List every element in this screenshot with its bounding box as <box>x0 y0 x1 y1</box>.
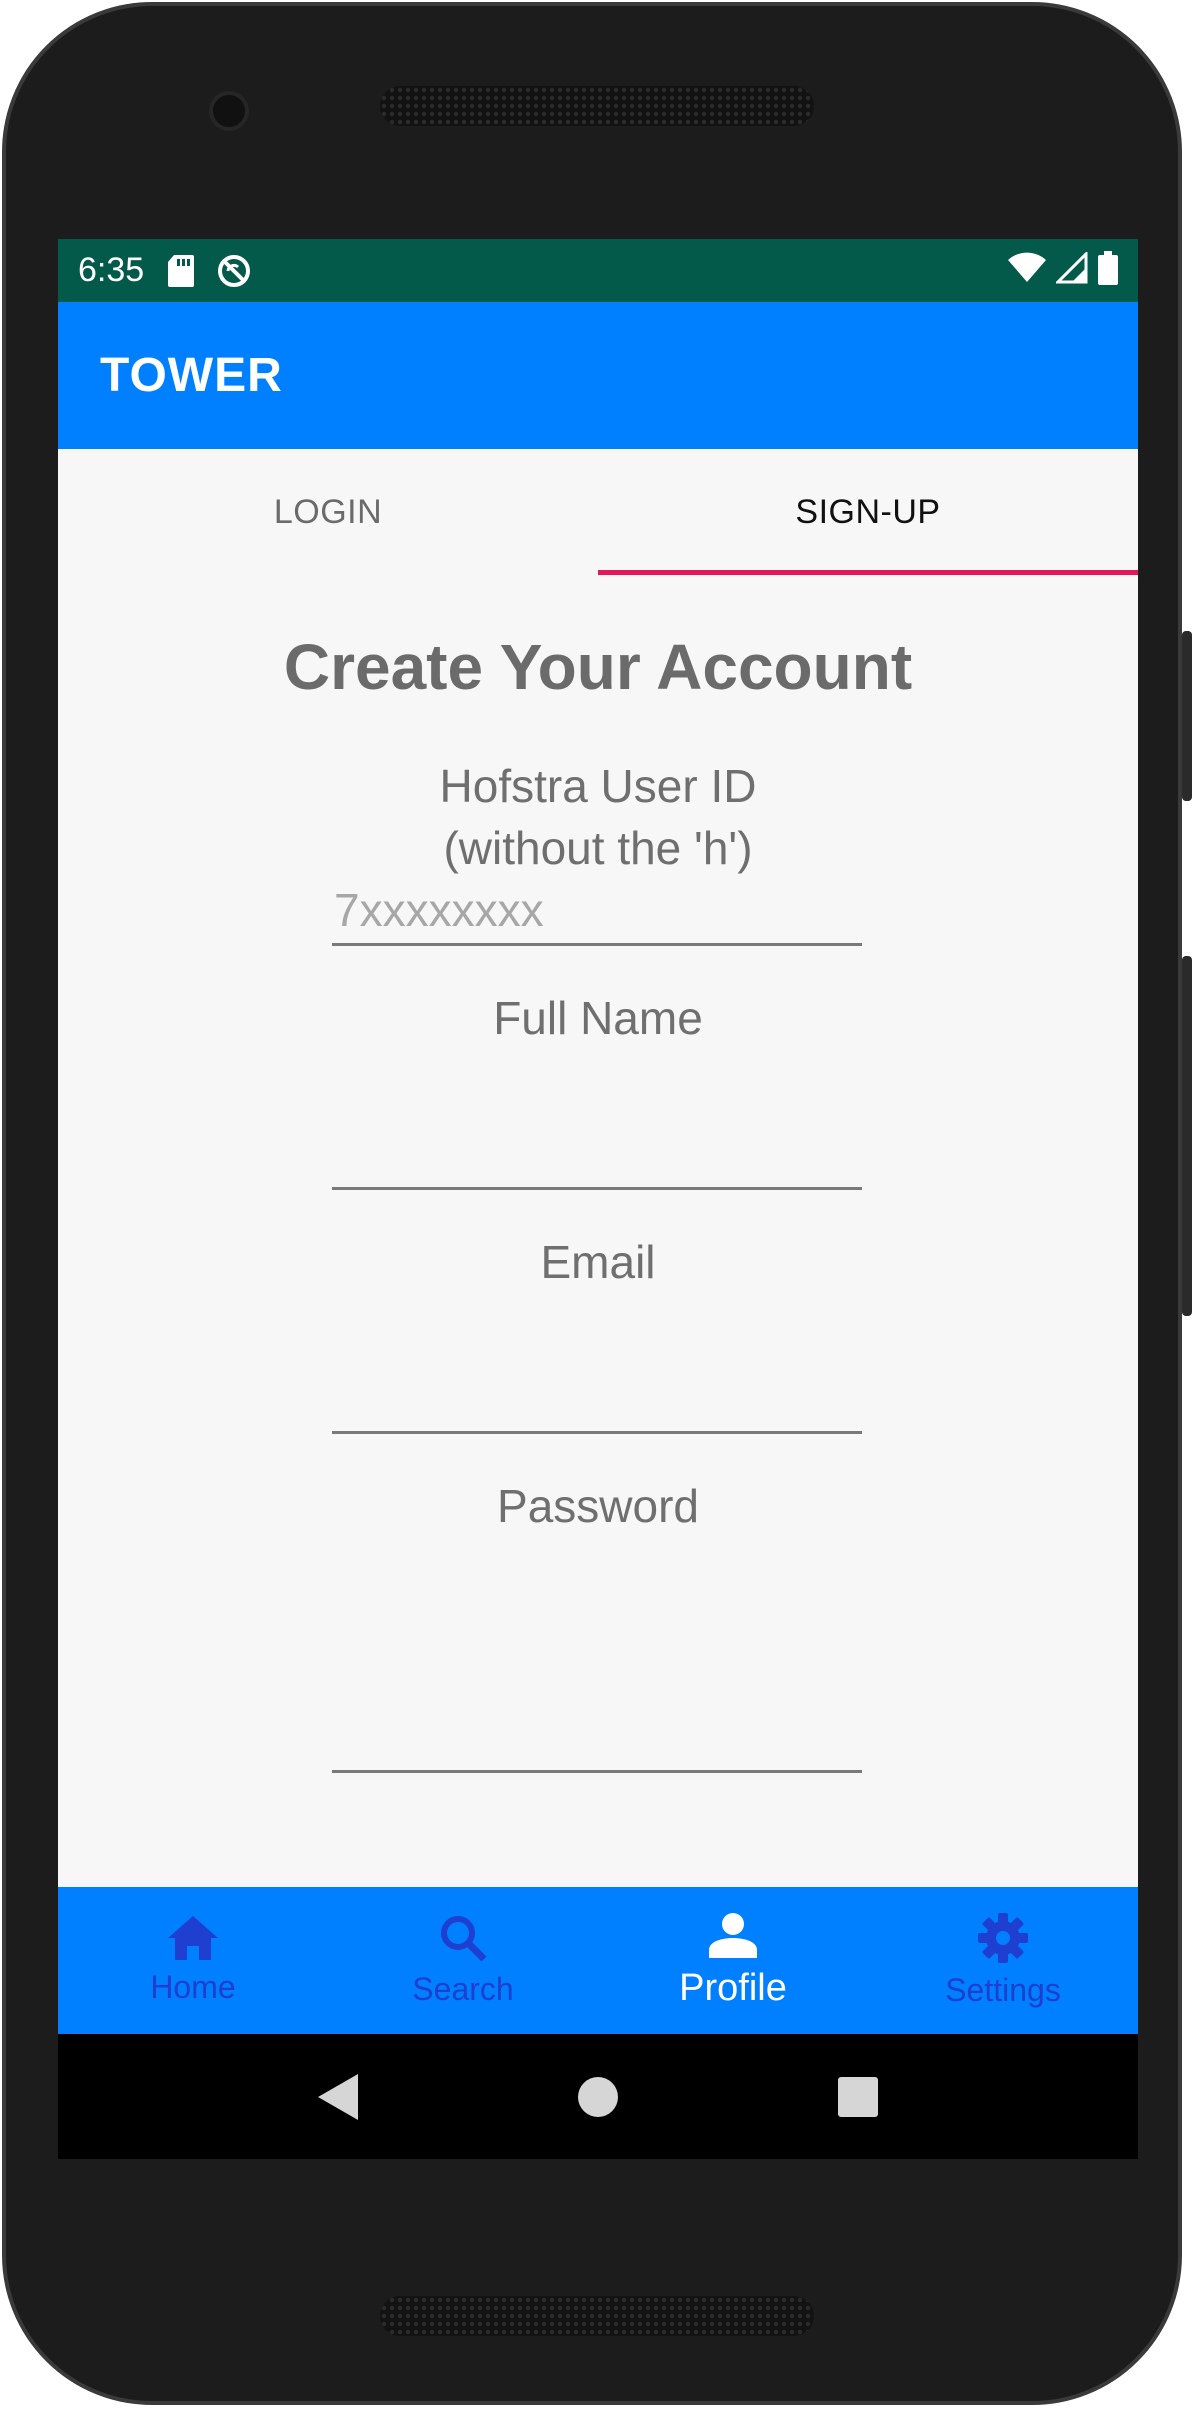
search-icon <box>439 1914 487 1967</box>
phone-frame: 6:35 TOWER LOGIN SIGN-UP Create Your Acc… <box>2 2 1192 2405</box>
sync-disabled-icon <box>216 253 252 289</box>
volume-button <box>1182 956 1192 1316</box>
app-title: TOWER <box>100 349 283 402</box>
nav-settings[interactable]: Settings <box>868 1887 1138 2034</box>
nav-profile[interactable]: Profile <box>598 1887 868 2034</box>
recents-square-icon <box>838 2076 878 2117</box>
user-id-label-line1: Hofstra User ID <box>439 760 757 812</box>
app-bar: TOWER <box>58 302 1138 449</box>
auth-tabs: LOGIN SIGN-UP <box>58 449 1138 575</box>
email-label: Email <box>540 1236 656 1288</box>
nav-search-label: Search <box>412 1970 514 2007</box>
home-circle-icon <box>578 2076 618 2117</box>
gear-icon <box>978 1912 1028 1968</box>
status-bar: 6:35 <box>58 239 1138 302</box>
screen: 6:35 TOWER LOGIN SIGN-UP Create Your Acc… <box>58 239 1138 2159</box>
back-button[interactable] <box>298 2057 378 2137</box>
user-id-label: Hofstra User ID (without the 'h') <box>58 755 1138 879</box>
signup-form: Create Your Account Hofstra User ID (wit… <box>58 575 1138 1823</box>
email-input[interactable] <box>332 1364 862 1434</box>
nav-home[interactable]: Home <box>58 1887 328 2034</box>
battery-icon <box>1098 251 1118 290</box>
nav-profile-label: Profile <box>679 1966 787 2009</box>
bottom-navigation: Home Search Profile Settings <box>58 1887 1138 2034</box>
system-navigation-bar <box>58 2034 1138 2159</box>
recents-button[interactable] <box>818 2057 898 2137</box>
nav-search[interactable]: Search <box>328 1887 598 2034</box>
password-input[interactable] <box>332 1703 862 1773</box>
tab-sign-up[interactable]: SIGN-UP <box>598 449 1138 575</box>
home-system-button[interactable] <box>558 2057 638 2137</box>
back-triangle-icon <box>318 2073 358 2120</box>
user-id-label-line2: (without the 'h') <box>443 822 753 874</box>
top-speaker <box>380 86 814 126</box>
sd-card-icon <box>168 254 195 287</box>
full-name-label: Full Name <box>493 992 703 1044</box>
power-button <box>1182 631 1192 801</box>
page-title: Create Your Account <box>283 631 913 703</box>
front-camera <box>209 91 249 131</box>
person-icon <box>709 1912 757 1963</box>
home-icon <box>168 1915 218 1965</box>
wifi-icon <box>1008 252 1046 289</box>
nav-home-label: Home <box>150 1968 236 2005</box>
signal-icon <box>1054 250 1088 289</box>
nav-settings-label: Settings <box>945 1971 1061 2008</box>
bottom-speaker <box>380 2296 814 2336</box>
full-name-input[interactable] <box>332 1120 862 1190</box>
tab-login[interactable]: LOGIN <box>58 449 598 575</box>
status-time: 6:35 <box>78 251 145 289</box>
password-label: Password <box>497 1480 699 1532</box>
user-id-input[interactable] <box>332 876 862 946</box>
